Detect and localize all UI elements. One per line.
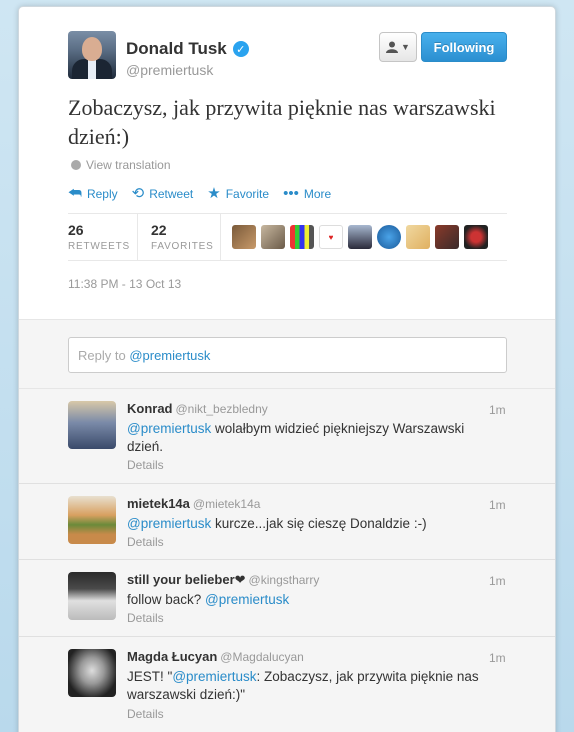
favorite-label: Favorite [225,186,270,201]
favorites-label: FAVORITES [151,241,214,252]
stats-divider [220,214,221,260]
reply-author-name[interactable]: mietek14a [127,496,190,511]
retweets-stat[interactable]: 26 RETWEETS [68,222,130,252]
favorites-count: 22 [151,222,167,238]
favoriter-avatar[interactable] [435,225,459,249]
reply-time[interactable]: 1m [489,651,506,665]
reply-text: @premiertusk wolałbym widzieć piękniejsz… [127,420,487,456]
more-action[interactable]: ••• More [283,186,331,201]
reply-details-link[interactable]: Details [127,707,164,721]
reply-details-link[interactable]: Details [127,535,164,549]
favoriter-avatar[interactable] [232,225,256,249]
reply-author-name[interactable]: Magda Łucyan [127,649,217,664]
reply-avatar[interactable] [68,649,116,697]
reply-mention-link[interactable]: @premiertusk [172,669,256,684]
reply-mention: @premiertusk [129,348,211,363]
tweet-timestamp[interactable]: 11:38 PM - 13 Oct 13 [68,277,181,291]
reply-author-handle[interactable]: @kingstharry [249,573,320,587]
reply-item[interactable]: still your belieber❤ @kingstharry 1m foll… [19,560,555,637]
user-actions-dropdown[interactable]: ▼ [379,32,417,62]
reply-text-prefix: JEST! " [127,669,173,684]
more-label: More [303,186,332,201]
reply-item[interactable]: Konrad @nikt_bezbledny 1m @premiertusk wo… [19,389,555,484]
retweets-label: RETWEETS [68,241,130,252]
favoriter-avatars: ♥ [232,225,488,249]
reply-label: Reply [86,186,118,201]
verified-badge-icon: ✓ [232,41,249,57]
favoriter-avatar[interactable] [464,225,488,249]
favoriter-avatar[interactable] [406,225,430,249]
more-dots-icon: ••• [283,185,299,202]
reply-text: follow back? @premiertusk [127,591,487,609]
favoriter-avatar[interactable] [348,225,372,249]
reply-text-prefix: follow back? [127,592,206,607]
stats-divider [137,214,138,260]
favoriter-avatar[interactable]: ♥ [319,225,343,249]
reply-text-content: kurcze...jak się cieszę Donaldzie :-) [211,516,427,531]
reply-author-name[interactable]: Konrad [127,401,173,416]
reply-avatar[interactable] [68,496,116,544]
reply-arrow-icon: ⮪ [68,185,82,202]
retweet-label: Retweet [149,186,194,201]
reply-text: JEST! "@premiertusk: Zobaczysz, jak przy… [127,668,487,704]
reply-header: mietek14a @mietek14a [127,496,260,511]
retweet-action[interactable]: ⟲ Retweet [132,186,194,201]
reply-author-handle[interactable]: @mietek14a [193,497,261,511]
view-translation-link[interactable]: View translation [71,158,171,172]
reply-time[interactable]: 1m [489,498,506,512]
reply-avatar[interactable] [68,401,116,449]
reply-time[interactable]: 1m [489,574,506,588]
reply-mention-link[interactable]: @premiertusk [205,592,289,607]
reply-avatar[interactable] [68,572,116,620]
tweet-card: Donald Tusk ✓ @premiertusk ▼ Following Z… [18,6,556,732]
user-icon [386,41,399,53]
author-name-row[interactable]: Donald Tusk ✓ [126,39,249,59]
favoriter-avatar[interactable] [377,225,401,249]
reply-details-link[interactable]: Details [127,458,164,472]
reply-header: still your belieber❤ @kingstharry [127,572,319,588]
reply-item[interactable]: Magda Łucyan @Magdalucyan 1m JEST! "@prem… [19,637,555,732]
reply-input[interactable]: Reply to @premiertusk [68,337,507,373]
reply-item[interactable]: mietek14a @mietek14a 1m @premiertusk kurc… [19,484,555,560]
star-icon: ★ [207,185,221,202]
reply-composer: Reply to @premiertusk [19,319,555,389]
retweets-count: 26 [68,222,84,238]
favorite-action[interactable]: ★ Favorite [207,186,269,201]
tweet-actions: ⮪ Reply ⟲ Retweet ★ Favorite ••• More [68,186,331,201]
tweet-text: Zobaczysz, jak przywita pięknie nas wars… [68,95,496,149]
author-avatar[interactable] [68,31,116,79]
retweet-icon: ⟲ [131,185,145,202]
reply-time[interactable]: 1m [489,403,506,417]
reply-placeholder: Reply to [78,348,130,363]
reply-author-name[interactable]: still your belieber❤ [127,572,246,587]
favorites-stat[interactable]: 22 FAVORITES [151,222,214,252]
favoriter-avatar[interactable] [290,225,314,249]
favoriter-avatar[interactable] [261,225,285,249]
reply-mention-link[interactable]: @premiertusk [127,516,211,531]
following-button[interactable]: Following [421,32,507,62]
reply-author-handle[interactable]: @Magdalucyan [220,650,304,664]
globe-icon [71,160,81,170]
reply-action[interactable]: ⮪ Reply [68,186,118,201]
reply-header: Magda Łucyan @Magdalucyan [127,649,304,664]
reply-text: @premiertusk kurcze...jak się cieszę Don… [127,515,487,533]
author-handle[interactable]: @premiertusk [126,62,213,78]
tweet-stats: 26 RETWEETS 22 FAVORITES ♥ [68,213,507,261]
reply-mention-link[interactable]: @premiertusk [127,421,211,436]
view-translation-label: View translation [86,158,171,172]
reply-author-handle[interactable]: @nikt_bezbledny [176,402,268,416]
chevron-down-icon: ▼ [401,42,410,52]
reply-header: Konrad @nikt_bezbledny [127,401,268,416]
author-name[interactable]: Donald Tusk [126,39,227,59]
reply-details-link[interactable]: Details [127,611,164,625]
